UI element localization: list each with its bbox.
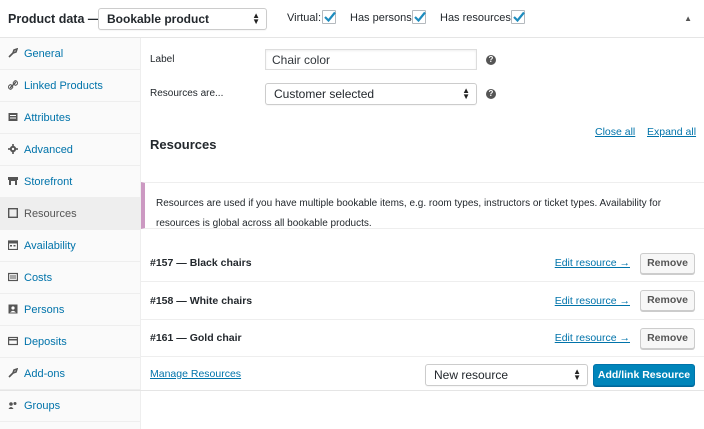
resource-name: #157 — Black chairs: [150, 257, 252, 269]
tab-resources[interactable]: Resources: [0, 198, 141, 230]
resource-name: #161 — Gold chair: [150, 332, 242, 344]
tab-availability[interactable]: Availability: [0, 230, 141, 262]
tab-advanced[interactable]: Advanced: [0, 134, 141, 166]
wrench-icon: [8, 368, 18, 378]
label-field-label: Label: [150, 54, 175, 65]
product-type-value: Bookable product: [107, 12, 210, 26]
tab-label: General: [24, 48, 64, 60]
tab-label: Storefront: [24, 176, 73, 188]
has-resources-checkbox[interactable]: [511, 10, 525, 24]
help-icon[interactable]: ?: [486, 89, 496, 99]
product-data-title: Product data —: [8, 12, 101, 26]
product-data-tabs: General Linked Products Attributes Advan…: [0, 38, 141, 429]
link-icon: [8, 80, 18, 90]
resources-notice: Resources are used if you have multiple …: [141, 182, 704, 229]
tab-label: Availability: [24, 240, 76, 252]
costs-icon: [8, 272, 18, 282]
tab-label: Linked Products: [24, 80, 103, 92]
tab-add-ons[interactable]: Add-ons: [0, 358, 141, 390]
tab-label: Persons: [24, 304, 65, 316]
notice-text: Resources are used if you have multiple …: [156, 198, 662, 229]
virtual-checkbox[interactable]: [322, 10, 336, 24]
has-persons-checkbox[interactable]: [412, 10, 426, 24]
calendar-icon: [8, 240, 18, 250]
wrench-icon: [8, 48, 18, 58]
expand-all-link[interactable]: Expand all: [647, 126, 696, 138]
checkmark-icon: [513, 11, 525, 23]
virtual-label: Virtual:: [287, 12, 322, 24]
tab-storefront[interactable]: Storefront: [0, 166, 141, 198]
tab-label: Groups: [24, 400, 61, 412]
resource-name: #158 — White chairs: [150, 295, 253, 307]
resource-row: #161 — Gold chair Edit resource → Remove: [141, 319, 704, 357]
tab-label: Resources: [24, 208, 77, 220]
tab-label: Deposits: [24, 336, 67, 348]
tab-label: Advanced: [24, 144, 73, 156]
edit-resource-link[interactable]: Edit resource →: [555, 295, 630, 307]
panel-bottom-border: [0, 390, 704, 391]
storefront-icon: [8, 177, 18, 185]
help-icon[interactable]: ?: [486, 55, 496, 65]
add-link-resource-button[interactable]: Add/link Resource: [593, 364, 695, 386]
deposits-icon: [8, 336, 18, 346]
gear-icon: [8, 144, 18, 154]
resources-are-value: Customer selected: [274, 87, 375, 101]
tab-label: Add-ons: [24, 368, 65, 380]
label-input-value: Chair color: [272, 52, 331, 67]
resources-are-select[interactable]: Customer selected ▲ ▼: [265, 83, 477, 105]
tab-label: Attributes: [24, 112, 71, 124]
manage-resources-link[interactable]: Manage Resources: [150, 368, 241, 380]
select-arrows-icon: ▲ ▼: [573, 367, 581, 382]
checkmark-icon: [324, 11, 336, 23]
select-arrows-icon: ▲ ▼: [462, 86, 470, 101]
tab-persons[interactable]: Persons: [0, 294, 141, 326]
tab-attributes[interactable]: Attributes: [0, 102, 141, 134]
has-resources-label: Has resources:: [440, 12, 514, 24]
new-resource-select[interactable]: New resource ▲ ▼: [425, 364, 588, 386]
tab-linked-products[interactable]: Linked Products: [0, 70, 141, 102]
tab-general[interactable]: General: [0, 38, 141, 70]
triangle-up-icon[interactable]: ▲: [684, 14, 692, 23]
resources-icon: [8, 208, 18, 218]
tab-costs[interactable]: Costs: [0, 262, 141, 294]
resources-panel: Label Chair color ? Resources are... Cus…: [141, 38, 704, 429]
label-input[interactable]: Chair color: [265, 49, 477, 70]
persons-icon: [8, 304, 18, 314]
product-type-select[interactable]: Bookable product ▲ ▼: [98, 8, 267, 30]
tab-label: Costs: [24, 272, 53, 284]
tab-deposits[interactable]: Deposits: [0, 326, 141, 358]
edit-resource-link[interactable]: Edit resource →: [555, 257, 630, 269]
edit-resource-link[interactable]: Edit resource →: [555, 332, 630, 344]
product-data-header: Product data — Bookable product ▲ ▼ Virtu…: [0, 0, 704, 38]
has-persons-label: Has persons:: [350, 12, 415, 24]
remove-button[interactable]: Remove: [640, 290, 695, 311]
tab-groups[interactable]: Groups: [0, 390, 141, 422]
checkmark-icon: [414, 11, 426, 23]
resources-are-label: Resources are...: [150, 88, 224, 99]
resource-row: #157 — Black chairs Edit resource → Remo…: [141, 244, 704, 282]
groups-icon: [8, 402, 17, 409]
remove-button[interactable]: Remove: [640, 253, 695, 274]
remove-button[interactable]: Remove: [640, 328, 695, 349]
close-all-link[interactable]: Close all: [595, 126, 635, 138]
new-resource-value: New resource: [434, 368, 509, 382]
resource-row: #158 — White chairs Edit resource → Remo…: [141, 282, 704, 320]
list-icon: [8, 113, 18, 121]
select-arrows-icon: ▲ ▼: [252, 11, 260, 26]
resources-heading: Resources: [150, 137, 217, 152]
